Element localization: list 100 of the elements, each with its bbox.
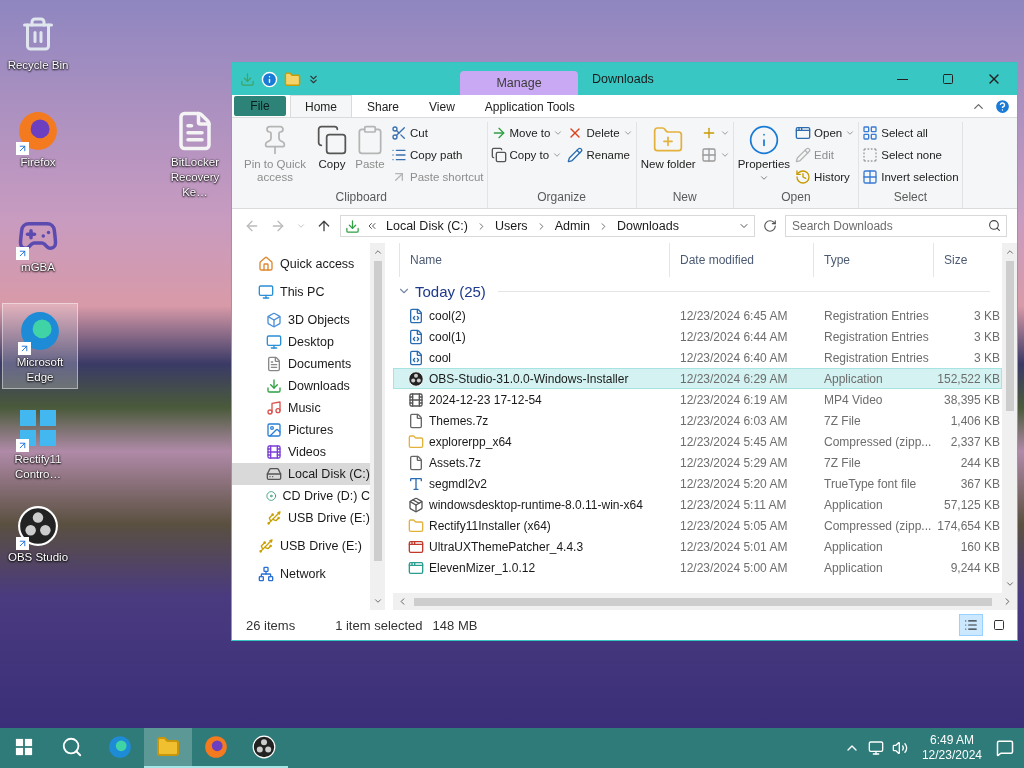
notifications-icon[interactable] (996, 739, 1014, 757)
search-field[interactable]: Search Downloads (785, 215, 1007, 237)
nav-item[interactable]: Local Disk (C:) (232, 463, 370, 485)
nav-item[interactable]: Music (232, 397, 370, 419)
ribbon-button[interactable]: Select none (861, 144, 960, 166)
file-row[interactable]: Themes.7z 12/23/2024 6:03 AM 7Z File 1,406 KB (393, 410, 1002, 431)
ribbon-button[interactable]: New folder (638, 122, 698, 173)
ribbon-button[interactable]: Invert selection (861, 166, 960, 188)
chevrons-left-icon (366, 220, 378, 232)
nav-item[interactable]: Network (232, 563, 370, 585)
date-cell-text: 12/23/2024 5:01 AM (679, 539, 789, 554)
ribbon-button[interactable]: Open (794, 122, 857, 144)
desktop-icon[interactable]: Rectify11 Contro… (0, 400, 76, 486)
recycle-bin-icon (20, 16, 56, 52)
nav-item[interactable]: 3D Objects (232, 309, 370, 331)
info-icon[interactable] (261, 70, 278, 88)
nav-item[interactable]: CD Drive (D:) C (232, 485, 370, 507)
clock[interactable]: 6:49 AM 12/23/2024 (915, 733, 988, 763)
ribbon-button[interactable]: Delete (566, 122, 634, 144)
app-icon (408, 538, 424, 555)
file-icon (408, 454, 424, 471)
ribbon-button[interactable]: Copy to (489, 144, 565, 166)
nav-item[interactable]: Quick access (232, 253, 370, 275)
ribbon-button[interactable]: History (794, 166, 857, 188)
size-cell-text: 3 KB (973, 308, 1000, 323)
type-cell-text: Registration Entries (823, 308, 930, 323)
selection-size: 148 MB (432, 617, 478, 633)
desktop-icon[interactable]: Microsoft Edge (2, 303, 78, 389)
shortcut-arrow-icon (16, 537, 29, 550)
file-row[interactable]: cool(2) 12/23/2024 6:45 AM Registration Entries 3 KB (393, 305, 1002, 326)
column-header[interactable]: Date modified (669, 243, 813, 277)
ribbon-button[interactable]: Copy path (390, 144, 485, 166)
monitor-icon (258, 284, 274, 300)
size-cell-text: 244 KB (959, 455, 1000, 470)
file-row[interactable]: OBS-Studio-31.0.0-Windows-Installer 12/23/2024 6:29 AM Application 152,522 KB (393, 368, 1002, 389)
nav-item[interactable]: USB Drive (E:) (232, 535, 370, 557)
breadcrumb[interactable]: Users (492, 219, 530, 233)
scroll-thumb[interactable] (1005, 261, 1014, 411)
nav-item[interactable]: Videos (232, 441, 370, 463)
scroll-thumb[interactable] (373, 261, 382, 561)
scrollbar[interactable] (1002, 243, 1017, 593)
file-row[interactable]: UltraUXThemePatcher_4.4.3 12/23/2024 5:01 AM Application 160 KB (393, 536, 1002, 557)
volume-icon[interactable] (891, 740, 908, 756)
file-row[interactable]: cool 12/23/2024 6:40 AM Registration Entries 3 KB (393, 347, 1002, 368)
ribbon-group-title: Open (780, 189, 812, 206)
nav-item[interactable]: This PC (232, 281, 370, 303)
grid-icon (700, 147, 717, 163)
scroll-thumb[interactable] (414, 597, 992, 606)
size-cell-text: 152,522 KB (936, 371, 1000, 386)
file-row[interactable]: cool(1) 12/23/2024 6:44 AM Registration Entries 3 KB (393, 326, 1002, 347)
column-header[interactable]: Type (813, 243, 933, 277)
file-row[interactable]: Rectify11Installer (x64) 12/23/2024 5:05 AM Compressed (zipp... 174,654 KB (393, 515, 1002, 536)
ribbon-group-title: Organize (536, 189, 587, 206)
file-row[interactable]: explorerpp_x64 12/23/2024 5:45 AM Compressed (zipp... 2,337 KB (393, 431, 1002, 452)
size-cell-text: 57,125 KB (942, 497, 1000, 512)
dashed-square-icon (862, 147, 879, 163)
ribbon-button[interactable]: Move to (489, 122, 565, 144)
type-cell-text: Application (823, 560, 884, 575)
date-cell-text: 12/23/2024 5:05 AM (679, 518, 789, 533)
type-cell-text: TrueType font file (823, 476, 918, 491)
scrollbar[interactable] (370, 243, 385, 610)
obs-icon (252, 735, 276, 759)
type-cell-text: 7Z File (823, 413, 862, 428)
address-bar[interactable]: Local Disk (C:) Users Admin Downloads (340, 215, 755, 237)
file-row[interactable]: ElevenMizer_1.0.12 12/23/2024 5:00 AM Application 9,244 KB (393, 557, 1002, 578)
network-icon[interactable] (867, 740, 884, 756)
nav-item[interactable]: Pictures (232, 419, 370, 441)
ribbon-button[interactable]: Rename (566, 144, 634, 166)
file-row[interactable]: 2024-12-23 17-12-54 12/23/2024 6:19 AM MP4 Video 38,395 KB (393, 389, 1002, 410)
breadcrumb[interactable]: Admin (552, 219, 593, 233)
column-header[interactable]: Name (399, 243, 669, 277)
ribbon-tab[interactable]: Home (290, 95, 352, 117)
document-icon (266, 356, 282, 372)
new-folder-icon[interactable] (284, 70, 301, 88)
refresh-button[interactable] (761, 219, 779, 233)
desktop-icon[interactable]: OBS Studio (0, 498, 76, 569)
nav-item[interactable]: USB Drive (E:) (232, 507, 370, 529)
help-icon[interactable] (994, 97, 1011, 115)
ribbon-group-title: Select (892, 189, 929, 206)
nav-item[interactable]: Downloads (232, 375, 370, 397)
horizontal-scrollbar[interactable] (393, 593, 1017, 610)
file-tab[interactable]: File (234, 96, 286, 116)
nav-item[interactable]: Documents (232, 353, 370, 375)
nav-item[interactable]: Desktop (232, 331, 370, 353)
date-cell-text: 12/23/2024 5:11 AM (679, 497, 788, 512)
shortcut-arrow-icon (16, 439, 29, 452)
ribbon-button[interactable]: Cut (390, 122, 485, 144)
breadcrumb[interactable]: Downloads (615, 219, 681, 233)
breadcrumb[interactable]: Local Disk (C:) (384, 219, 470, 233)
file-row[interactable]: Assets.7z 12/23/2024 5:29 AM 7Z File 244 KB (393, 452, 1002, 473)
ribbon-button[interactable]: Select all (861, 122, 960, 144)
column-header[interactable]: Size (933, 243, 999, 277)
ribbon-button[interactable]: Properties (735, 122, 793, 185)
details-view-button[interactable] (959, 614, 983, 636)
size-cell-text: 174,654 KB (936, 518, 1000, 533)
file-row[interactable]: windowsdesktop-runtime-8.0.11-win-x64 12/23/2024 5:11 AM Application 57,125 KB (393, 494, 1002, 515)
group-header[interactable]: Today (25) (415, 282, 486, 300)
context-tab[interactable]: Manage (460, 71, 578, 95)
ribbon-button[interactable]: Copy (314, 122, 350, 173)
file-row[interactable]: segmdl2v2 12/23/2024 5:20 AM TrueType font file 367 KB (393, 473, 1002, 494)
